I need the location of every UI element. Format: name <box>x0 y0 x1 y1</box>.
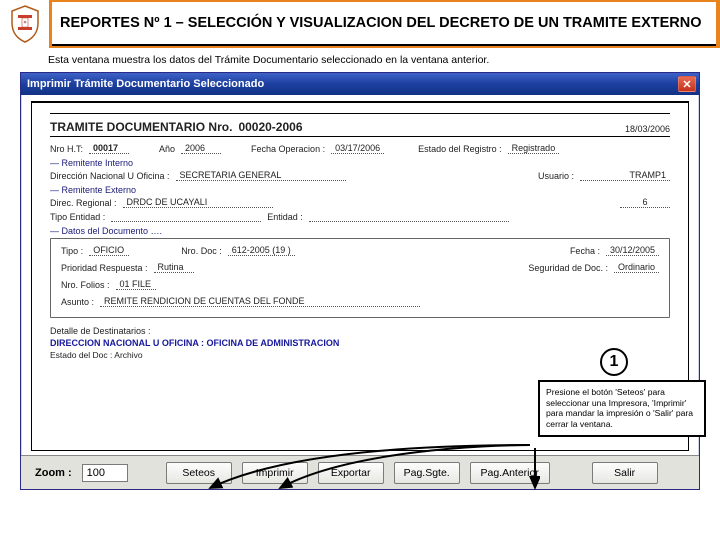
callout-arrows <box>180 440 540 510</box>
lbl-prioridad: Prioridad Respuesta : <box>61 263 148 273</box>
close-icon[interactable]: ✕ <box>678 76 696 92</box>
lbl-tipo-entidad: Tipo Entidad : <box>50 212 105 222</box>
lbl-anio: Año <box>159 144 175 154</box>
section-rem-externo: — Remitente Externo <box>50 185 670 195</box>
zoom-label: Zoom : <box>35 467 72 479</box>
callout-badge-1: 1 <box>600 348 628 376</box>
val-tipo: OFICIO <box>89 245 129 256</box>
lbl-fecha-doc: Fecha : <box>570 246 600 256</box>
val-seguridad: Ordinario <box>614 262 659 273</box>
intro-text: Esta ventana muestra los datos del Trámi… <box>0 48 720 70</box>
val-entidad <box>309 221 509 222</box>
section-rem-interno: — Remitente Interno <box>50 158 670 168</box>
val-fecha-doc: 30/12/2005 <box>606 245 659 256</box>
doc-nro: 00020-2006 <box>238 120 302 134</box>
zoom-input[interactable]: 100 <box>82 464 128 482</box>
val-dir-reg: DRDC DE UCAYALI <box>123 197 273 208</box>
val-fecha-op: 03/17/2006 <box>331 143 384 154</box>
lbl-tipo: Tipo : <box>61 246 83 256</box>
lbl-fecha-op: Fecha Operacion : <box>251 144 325 154</box>
val-estado: Registrado <box>508 143 560 154</box>
doc-title-prefix: TRAMITE DOCUMENTARIO Nro. <box>50 120 232 134</box>
datos-documento-box: Tipo : OFICIO Nro. Doc : 612-2005 (19 ) … <box>50 238 670 318</box>
destinatarios-title: Detalle de Destinatarios : <box>50 326 670 336</box>
doc-header-date: 18/03/2006 <box>625 124 670 134</box>
val-dir-nac: SECRETARIA GENERAL <box>176 170 346 181</box>
salir-button[interactable]: Salir <box>592 462 658 484</box>
lbl-usuario: Usuario : <box>538 171 574 181</box>
val-dir-reg-num: 6 <box>620 197 670 208</box>
val-asunto: REMITE RENDICION DE CUENTAS DEL FONDE <box>100 296 420 307</box>
lbl-folios: Nro. Folios : <box>61 280 110 290</box>
lbl-seguridad: Seguridad de Doc. : <box>528 263 608 273</box>
val-anio: 2006 <box>181 143 221 154</box>
val-nro-doc: 612-2005 (19 ) <box>228 245 295 256</box>
page-title-wrap: REPORTES Nº 1 – SELECCIÓN Y VISUALIZACIO… <box>52 2 716 46</box>
page-title: REPORTES Nº 1 – SELECCIÓN Y VISUALIZACIO… <box>60 15 708 32</box>
lbl-nro-ht: Nro H.T: <box>50 144 83 154</box>
page-header: REPORTES Nº 1 – SELECCIÓN Y VISUALIZACIO… <box>0 0 720 48</box>
lbl-dir-nac: Dirección Nacional U Oficina : <box>50 171 170 181</box>
val-nro-ht: 00017 <box>89 143 129 154</box>
lbl-entidad: Entidad : <box>267 212 303 222</box>
lbl-nro-doc: Nro. Doc : <box>181 246 222 256</box>
lbl-asunto: Asunto : <box>61 297 94 307</box>
destinatario-line: DIRECCION NACIONAL U OFICINA : OFICINA D… <box>50 338 670 348</box>
lbl-dir-reg: Direc. Regional : <box>50 198 117 208</box>
val-tipo-entidad <box>111 221 261 222</box>
val-prioridad: Rutina <box>154 262 194 273</box>
val-usuario: TRAMP1 <box>580 170 670 181</box>
window-titlebar: Imprimir Trámite Documentario Selecciona… <box>21 73 699 95</box>
window-title: Imprimir Trámite Documentario Selecciona… <box>27 78 264 90</box>
destinatario-sub: Estado del Doc : Archivo <box>50 350 670 360</box>
val-folios: 01 FILE <box>116 279 156 290</box>
callout-text-1: Presione el botón 'Seteos' para seleccio… <box>538 380 706 437</box>
logo <box>0 0 52 48</box>
lbl-estado: Estado del Registro : <box>418 144 502 154</box>
section-datos-doc: — Datos del Documento …. <box>50 226 670 236</box>
